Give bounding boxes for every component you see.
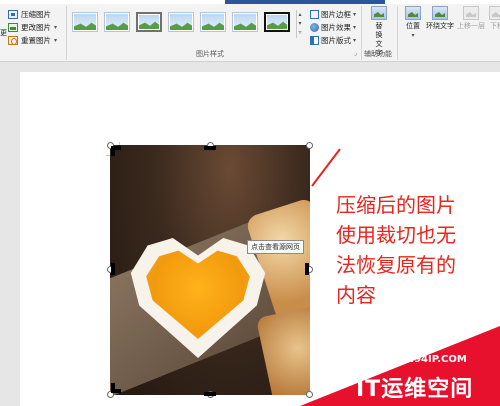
picture-border-label: 图片边框: [321, 10, 351, 19]
change-picture-button[interactable]: 更改图片 ▾: [8, 22, 57, 33]
picture-style-thumbnail-black-frame[interactable]: [264, 12, 290, 32]
compress-pictures-label: 压缩图片: [21, 10, 51, 19]
picture-style-thumbnail[interactable]: [232, 12, 258, 32]
annotation-line: 使用裁切也无: [336, 223, 456, 247]
tooltip: 点击查看源网页: [247, 240, 304, 254]
picture-style-thumbnail[interactable]: [104, 12, 130, 32]
crop-handle-bottom[interactable]: [204, 392, 216, 396]
reset-picture-button[interactable]: 重置图片 ▾: [8, 35, 57, 46]
picture-effects-button[interactable]: 图片效果 ▾: [310, 22, 356, 33]
crop-handle-left[interactable]: [111, 263, 115, 275]
watermark-brand: IT运维空间: [356, 377, 474, 402]
compress-pictures-icon: [8, 10, 18, 19]
picture-border-button[interactable]: 图片边框 ▾: [310, 9, 356, 20]
chevron-down-icon: ▾: [54, 24, 58, 31]
compress-pictures-button[interactable]: 压缩图片: [8, 9, 51, 20]
crop-handle-right[interactable]: [305, 263, 309, 275]
alt-text-icon: [371, 6, 387, 20]
chevron-down-icon[interactable]: ▾: [297, 19, 303, 28]
picture-layout-icon: [310, 36, 319, 45]
position-icon: [405, 6, 421, 20]
resize-handle-top-right[interactable]: [306, 142, 313, 149]
wrap-text-icon: [432, 6, 448, 20]
picture-effects-icon: [310, 23, 319, 32]
wrap-text-button[interactable]: 环绕文字: [424, 6, 456, 31]
annotation-line: 内容: [336, 283, 376, 307]
send-backward-button[interactable]: 下移: [486, 6, 500, 31]
dialog-launcher-icon[interactable]: ⌟: [354, 50, 357, 57]
picture-effects-label: 图片效果: [321, 23, 351, 32]
annotation-line: 法恢复原有的: [336, 253, 456, 277]
picture-style-thumbnail[interactable]: [200, 12, 226, 32]
annotation-text: 压缩后的图片 使用裁切也无 法恢复原有的 内容: [336, 190, 496, 310]
position-button[interactable]: 位置 ▾: [401, 6, 425, 40]
picture-styles-gallery[interactable]: ▴ ▾ ▿: [70, 10, 302, 38]
watermark-url: WWW.94IP.COM: [378, 354, 467, 365]
title-strip: [0, 0, 500, 4]
chevron-down-icon: ▾: [353, 24, 357, 31]
send-backward-label: 下移: [490, 22, 500, 30]
gallery-scroll[interactable]: ▴ ▾ ▿: [296, 10, 303, 38]
group-separator: [66, 6, 67, 60]
change-picture-label: 更改图片: [21, 23, 51, 32]
crop-handle-top-left[interactable]: [111, 146, 121, 156]
resize-handle-bottom-right[interactable]: [306, 391, 313, 398]
adjust-partial-label: 更: [0, 29, 7, 37]
bring-forward-label: 上移一层: [457, 22, 485, 30]
more-styles-icon[interactable]: ▿: [297, 28, 303, 37]
title-strip-accent: [225, 0, 385, 4]
annotation-line: 压缩后的图片: [336, 193, 456, 217]
bring-forward-icon: [463, 6, 479, 20]
accessibility-group-label: 辅助功能: [364, 50, 392, 58]
selected-picture[interactable]: [110, 145, 310, 395]
reset-picture-label: 重置图片: [21, 36, 51, 45]
change-picture-icon: [8, 23, 18, 32]
picture-style-thumbnail[interactable]: [168, 12, 194, 32]
position-label: 位置: [406, 22, 420, 30]
chevron-down-icon: ▾: [353, 11, 357, 18]
bring-forward-button[interactable]: 上移一层: [456, 6, 486, 31]
picture-styles-group-label: 图片样式: [196, 50, 224, 58]
wrap-text-label: 环绕文字: [426, 22, 454, 30]
chevron-up-icon[interactable]: ▴: [297, 10, 303, 19]
chevron-down-icon: ▾: [54, 37, 58, 44]
crop-handle-bottom-left[interactable]: [111, 383, 121, 393]
send-backward-icon: [489, 6, 500, 20]
reset-picture-icon: [8, 36, 18, 45]
picture-layout-button[interactable]: 图片版式 ▾: [310, 35, 356, 46]
picture-layout-label: 图片版式: [321, 36, 351, 45]
group-separator: [397, 6, 398, 60]
picture-style-thumbnail-selected[interactable]: [136, 12, 162, 32]
crop-handle-top[interactable]: [204, 146, 216, 150]
group-separator: [361, 6, 362, 60]
ribbon: 更 压缩图片 更改图片 ▾ 重置图片 ▾ ▴ ▾ ▿ 图片边框 ▾ 图片效果 ▾…: [0, 0, 500, 62]
chevron-down-icon: ▾: [353, 37, 357, 44]
chevron-down-icon: ▾: [411, 32, 415, 39]
picture-style-thumbnail[interactable]: [72, 12, 98, 32]
picture-border-icon: [310, 10, 319, 19]
